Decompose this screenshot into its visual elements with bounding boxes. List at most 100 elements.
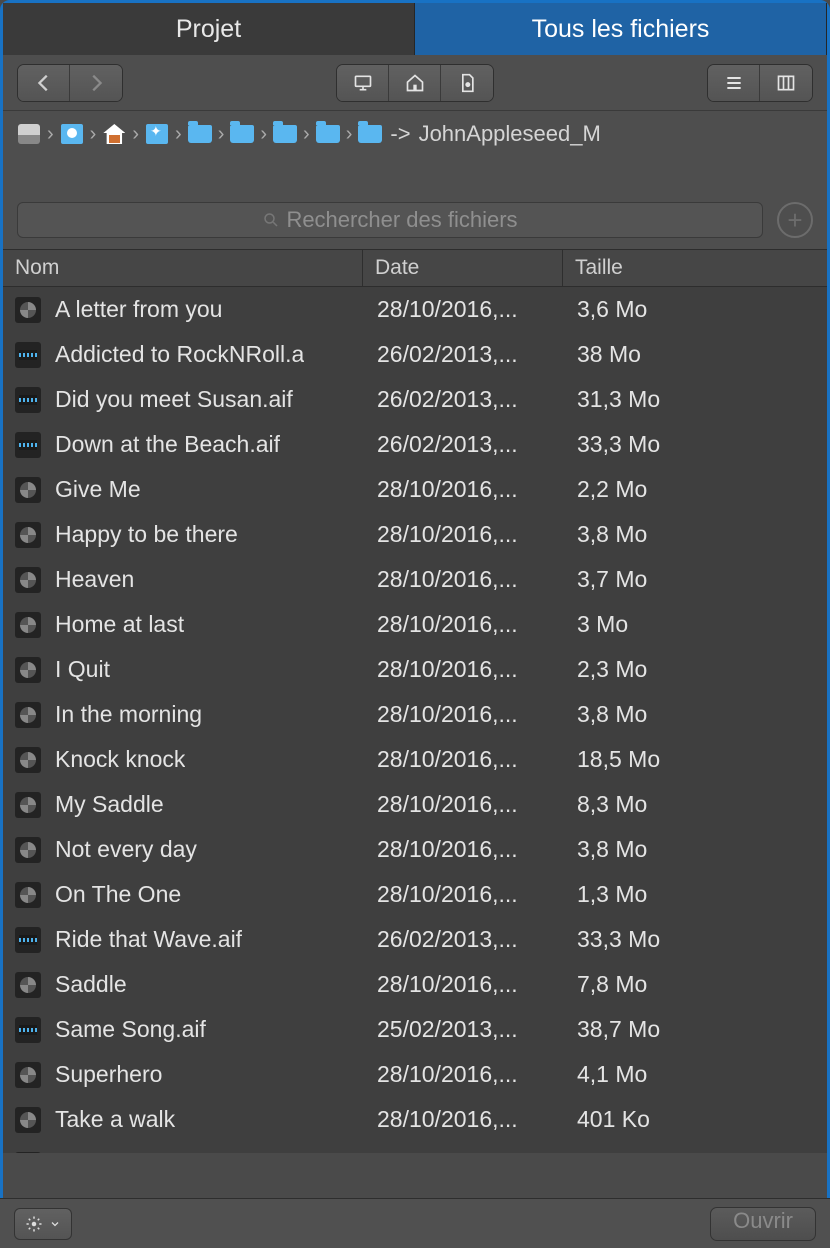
table-row[interactable]: Knock knock28/10/2016,...18,5 Mo <box>3 737 827 782</box>
file-name: A letter from you <box>55 296 222 323</box>
breadcrumb-arrow: -> <box>390 121 410 147</box>
table-row[interactable]: Ride that Wave.aif26/02/2013,...33,3 Mo <box>3 917 827 962</box>
table-row[interactable]: Take a walk 28/10/2016,...401 Ko <box>3 1097 827 1142</box>
action-menu-button[interactable] <box>14 1208 72 1240</box>
file-size: 3 Mo <box>563 611 827 638</box>
column-date[interactable]: Date <box>363 250 563 286</box>
plus-icon: + <box>787 207 802 233</box>
column-size[interactable]: Taille <box>563 250 827 286</box>
project-file-icon <box>15 612 41 638</box>
file-name: Give Me <box>55 476 141 503</box>
project-file-icon <box>15 1062 41 1088</box>
open-button-label: Ouvrir <box>733 1208 793 1233</box>
table-row[interactable]: On The One28/10/2016,...1,3 Mo <box>3 872 827 917</box>
search-input[interactable]: Rechercher des fichiers <box>17 202 763 238</box>
file-name: My Saddle <box>55 791 164 818</box>
file-date: 28/10/2016,... <box>363 791 563 818</box>
file-date: 25/02/2013,... <box>363 1016 563 1043</box>
project-file-icon <box>15 657 41 683</box>
file-date: 28/10/2016,... <box>363 746 563 773</box>
table-row[interactable]: A letter from you28/10/2016,...3,6 Mo <box>3 287 827 332</box>
table-row[interactable]: Did you meet Susan.aif26/02/2013,...31,3… <box>3 377 827 422</box>
file-date: 26/02/2013,... <box>363 1151 563 1153</box>
table-row[interactable]: Heaven28/10/2016,...3,7 Mo <box>3 557 827 602</box>
computer-button[interactable] <box>337 65 389 101</box>
tab-project-label: Projet <box>176 15 241 44</box>
project-location-button[interactable] <box>441 65 493 101</box>
file-name: Did you meet Susan.aif <box>55 386 293 413</box>
file-date: 28/10/2016,... <box>363 296 563 323</box>
search-row: Rechercher des fichiers + <box>3 191 827 249</box>
file-date: 26/02/2013,... <box>363 926 563 953</box>
file-name: The Best Things.aif <box>55 1151 253 1153</box>
file-size: 401 Ko <box>563 1106 827 1133</box>
project-file-icon <box>15 747 41 773</box>
table-row[interactable]: I Quit28/10/2016,...2,3 Mo <box>3 647 827 692</box>
file-name: Take a walk <box>55 1106 175 1133</box>
file-date: 26/02/2013,... <box>363 341 563 368</box>
audio-file-icon <box>15 342 41 368</box>
add-button[interactable]: + <box>777 202 813 238</box>
file-size: 33,3 Mo <box>563 926 827 953</box>
table-row[interactable]: Happy to be there28/10/2016,...3,8 Mo <box>3 512 827 557</box>
tab-all-files[interactable]: Tous les fichiers <box>415 3 827 55</box>
table-row[interactable]: Saddle28/10/2016,...7,8 Mo <box>3 962 827 1007</box>
tab-project[interactable]: Projet <box>3 3 415 55</box>
file-size: 8,3 Mo <box>563 791 827 818</box>
spacer <box>3 157 827 191</box>
file-date: 28/10/2016,... <box>363 611 563 638</box>
breadcrumb[interactable]: › › › › › › › › -> JohnAppleseed_M <box>3 111 827 157</box>
table-row[interactable]: Addicted to RockNRoll.a26/02/2013,...38 … <box>3 332 827 377</box>
file-size: 3,8 Mo <box>563 836 827 863</box>
file-date: 28/10/2016,... <box>363 1106 563 1133</box>
table-row[interactable]: My Saddle 28/10/2016,...8,3 Mo <box>3 782 827 827</box>
file-size: 18,5 Mo <box>563 746 827 773</box>
table-row[interactable]: Same Song.aif25/02/2013,...38,7 Mo <box>3 1007 827 1052</box>
column-view-button[interactable] <box>760 65 812 101</box>
file-name: Not every day <box>55 836 197 863</box>
file-size: 3,7 Mo <box>563 566 827 593</box>
table-row[interactable]: In the morning28/10/2016,...3,8 Mo <box>3 692 827 737</box>
file-date: 28/10/2016,... <box>363 1061 563 1088</box>
file-name: In the morning <box>55 701 202 728</box>
columns-icon <box>776 73 796 93</box>
table-row[interactable]: Not every day28/10/2016,...3,8 Mo <box>3 827 827 872</box>
project-file-icon <box>15 477 41 503</box>
table-row[interactable]: Superhero28/10/2016,...4,1 Mo <box>3 1052 827 1097</box>
table-row[interactable]: Home at last28/10/2016,...3 Mo <box>3 602 827 647</box>
view-buttons <box>707 64 813 102</box>
table-row[interactable]: The Best Things.aif26/02/2013,...43,4 Mo <box>3 1142 827 1153</box>
project-file-icon <box>15 882 41 908</box>
chevron-right-icon: › <box>346 123 353 146</box>
audio-file-icon <box>15 1152 41 1154</box>
footer: Ouvrir <box>0 1198 830 1248</box>
file-date: 28/10/2016,... <box>363 566 563 593</box>
table-header: Nom Date Taille <box>3 249 827 287</box>
table-row[interactable]: Give Me28/10/2016,...2,2 Mo <box>3 467 827 512</box>
file-date: 28/10/2016,... <box>363 881 563 908</box>
folder-icon <box>188 124 212 144</box>
home-folder-icon <box>102 124 126 144</box>
nav-buttons <box>17 64 123 102</box>
forward-button[interactable] <box>70 65 122 101</box>
file-date: 28/10/2016,... <box>363 521 563 548</box>
project-file-icon <box>15 297 41 323</box>
file-size: 2,3 Mo <box>563 656 827 683</box>
file-name: Saddle <box>55 971 127 998</box>
home-button[interactable] <box>389 65 441 101</box>
chevron-down-icon <box>49 1218 61 1230</box>
chevron-right-icon: › <box>90 123 97 146</box>
audio-file-icon <box>15 1017 41 1043</box>
column-name[interactable]: Nom <box>3 250 363 286</box>
table-row[interactable]: Down at the Beach.aif26/02/2013,...33,3 … <box>3 422 827 467</box>
back-button[interactable] <box>18 65 70 101</box>
open-button[interactable]: Ouvrir <box>710 1207 816 1241</box>
list-view-button[interactable] <box>708 65 760 101</box>
home-icon <box>405 73 425 93</box>
file-size: 31,3 Mo <box>563 386 827 413</box>
file-size: 38,7 Mo <box>563 1016 827 1043</box>
file-list[interactable]: A letter from you28/10/2016,...3,6 MoAdd… <box>3 287 827 1153</box>
chevron-right-icon: › <box>218 123 225 146</box>
folder-icon <box>273 124 297 144</box>
tab-bar: Projet Tous les fichiers <box>3 3 827 55</box>
